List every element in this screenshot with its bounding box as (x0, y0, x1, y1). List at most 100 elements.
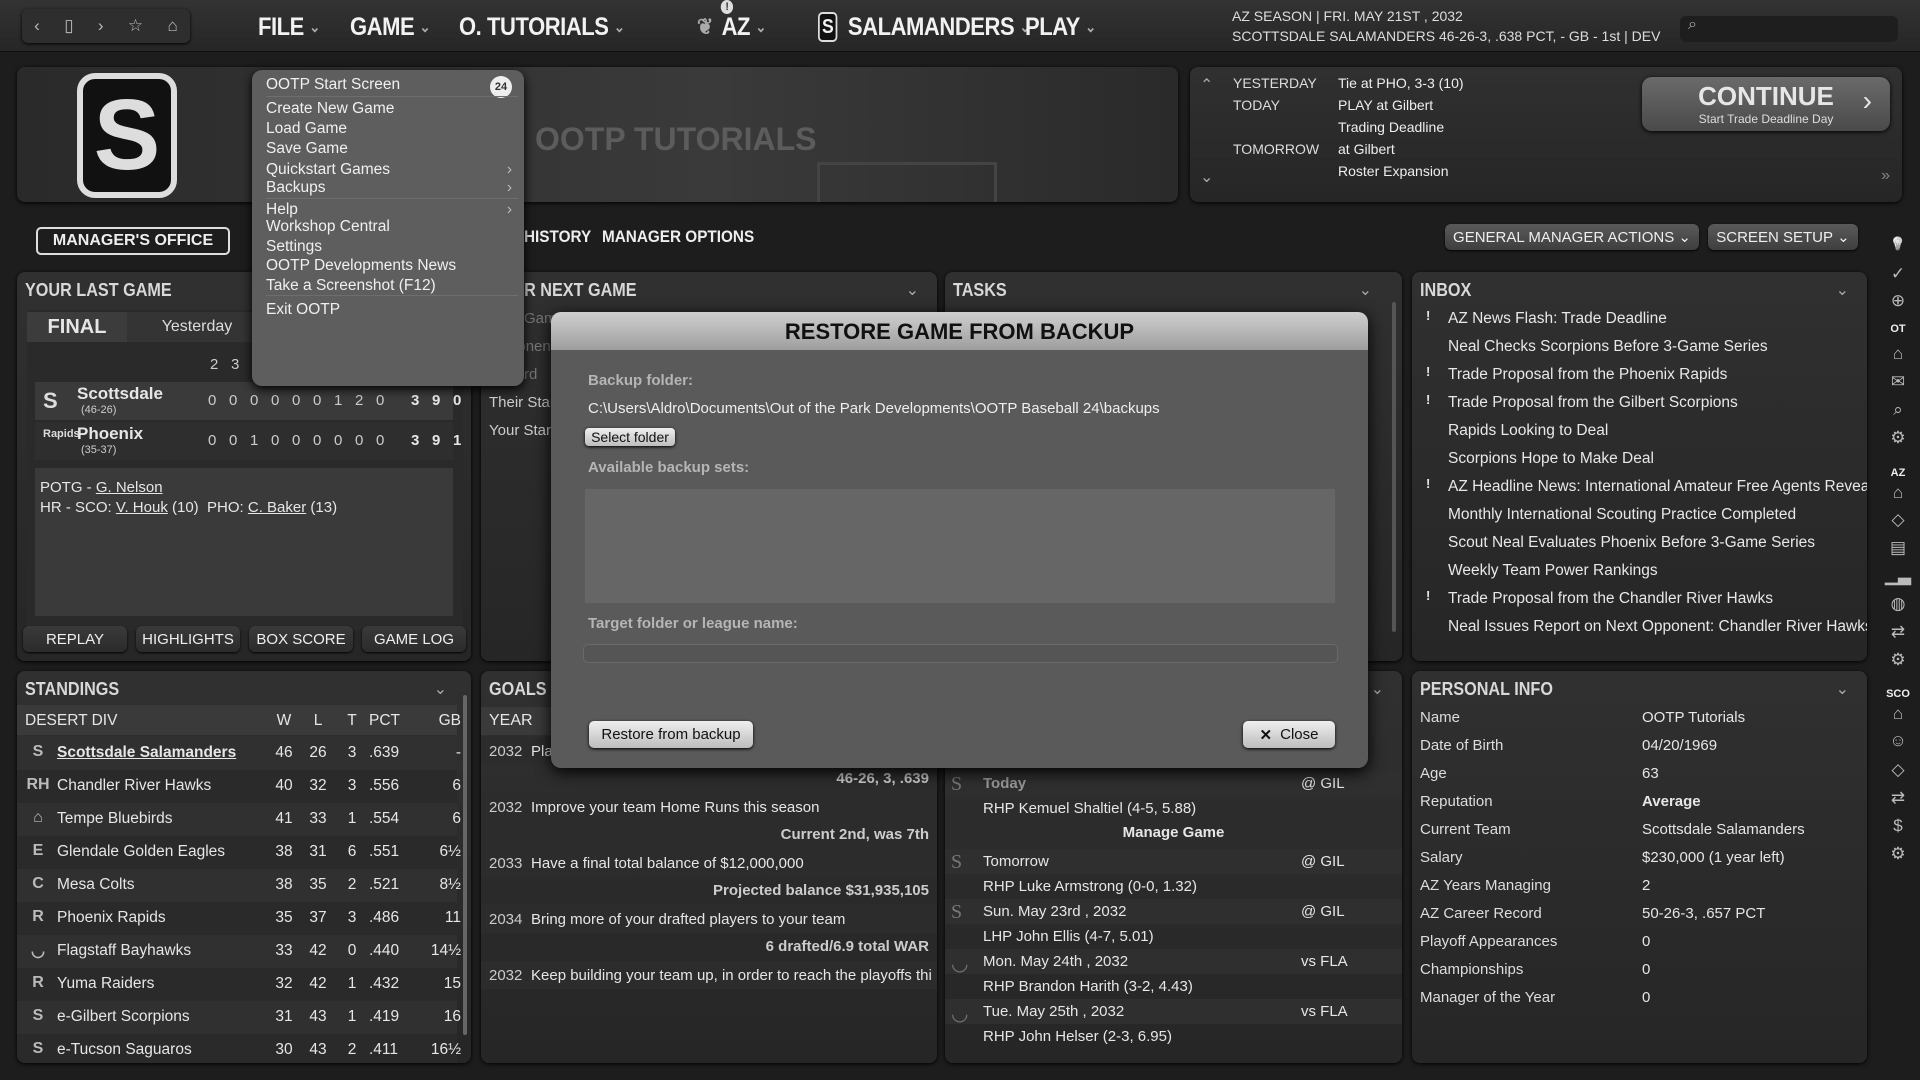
continue-button[interactable]: CONTINUE Start Trade Deadline Day › (1642, 77, 1890, 131)
probable-pitcher[interactable]: LHP John Ellis (4-7, 5.01) (983, 928, 1154, 945)
team-name[interactable]: Flagstaff Bayhawks (57, 942, 191, 960)
team-name[interactable]: Phoenix Rapids (57, 909, 166, 927)
search-input[interactable]: ⌕ (1680, 16, 1898, 42)
team-name[interactable]: Scottsdale Salamanders (57, 744, 236, 762)
scrollbar[interactable] (1392, 302, 1396, 632)
inbox-item[interactable]: AZ News Flash: Trade Deadline (1448, 310, 1667, 328)
check-icon[interactable]: ✓ (1878, 264, 1918, 284)
gear-icon[interactable]: ⚙ (1878, 844, 1918, 864)
chevron-down-icon[interactable]: ⌄ (1371, 679, 1384, 699)
menu-item-backups[interactable]: Backups › (266, 179, 512, 197)
backup-sets-list[interactable] (585, 489, 1335, 603)
inbox-item[interactable]: AZ Headline News: International Amateur … (1448, 478, 1867, 496)
menu-salamanders[interactable]: S SALAMANDERS ⌄ (818, 10, 1031, 44)
highlights-button[interactable]: HIGHLIGHTS (136, 626, 240, 652)
dollar-icon[interactable]: $ (1878, 816, 1918, 836)
team-name[interactable]: Scottsdale (77, 384, 163, 404)
menu-game[interactable]: GAME ⌄ (350, 10, 431, 44)
gm-actions-dropdown[interactable]: GENERAL MANAGER ACTIONS ⌄ (1445, 224, 1699, 250)
team-name[interactable]: Phoenix (77, 424, 143, 444)
schedule-event[interactable]: Roster Expansion (1338, 163, 1449, 179)
menu-az[interactable]: ❦ AZ! ⌄ (697, 0, 766, 44)
double-chevron-icon[interactable]: » (1881, 167, 1890, 185)
star-icon[interactable]: ☆ (128, 16, 143, 36)
chevron-left-icon[interactable]: ‹ (34, 16, 40, 36)
gear-icon[interactable]: ⚙ (1878, 428, 1918, 448)
inbox-item[interactable]: Rapids Looking to Deal (1448, 422, 1608, 440)
tab-history[interactable]: HISTORY (524, 227, 591, 247)
tab-manager-options[interactable]: MANAGER OPTIONS (602, 227, 754, 247)
gear-icon[interactable]: ⚙ (1878, 650, 1918, 670)
menu-play[interactable]: PLAY ⌄ (1025, 10, 1096, 44)
trade-icon[interactable]: ⇄ (1878, 622, 1918, 642)
menu-file[interactable]: FILE ⌄ (258, 10, 320, 44)
home-icon[interactable]: ⌂ (1878, 344, 1918, 364)
schedule-event[interactable]: Trading Deadline (1338, 119, 1444, 135)
close-button[interactable]: ✕ Close (1243, 721, 1335, 748)
team-name[interactable]: Tempe Bluebirds (57, 810, 172, 828)
menu-item-workshop-central[interactable]: Workshop Central (266, 218, 512, 236)
box-score-button[interactable]: BOX SCORE (249, 626, 353, 652)
chevron-down-icon[interactable]: ⌄ (1836, 280, 1849, 300)
potg-link[interactable]: G. Nelson (96, 479, 163, 496)
inbox-item[interactable]: Scorpions Hope to Make Deal (1448, 450, 1654, 468)
scroll-up-button[interactable]: ⌃ (1200, 75, 1213, 95)
probable-pitcher[interactable]: RHP Kemuel Shaltiel (4-5, 5.88) (983, 800, 1196, 817)
search-icon[interactable]: ⌕ (1878, 400, 1918, 420)
inbox-item[interactable]: Scout Neal Evaluates Phoenix Before 3-Ga… (1448, 534, 1815, 552)
menu-item-load-game[interactable]: Load Game (266, 120, 512, 138)
menu-item-help[interactable]: Help › (266, 201, 512, 219)
inbox-item[interactable]: Weekly Team Power Rankings (1448, 562, 1658, 580)
chevron-down-icon[interactable]: ⌄ (906, 280, 919, 300)
home-icon[interactable]: ⌂ (1878, 483, 1918, 503)
team-name[interactable]: e-Tucson Saguaros (57, 1041, 192, 1059)
chevron-right-icon[interactable]: › (98, 16, 104, 36)
team-name[interactable]: Yuma Raiders (57, 975, 154, 993)
schedule-event[interactable]: at Gilbert (1338, 141, 1395, 157)
replay-button[interactable]: REPLAY (23, 626, 127, 652)
home-icon[interactable]: ⌂ (1878, 704, 1918, 724)
inbox-item[interactable]: Monthly International Scouting Practice … (1448, 506, 1796, 524)
chart-icon[interactable]: ▁▃ (1878, 566, 1918, 586)
screen-setup-dropdown[interactable]: SCREEN SETUP ⌄ (1708, 224, 1858, 250)
menu-o-tutorials[interactable]: O. TUTORIALS ⌄ (459, 10, 625, 44)
person-icon[interactable]: ☺ (1878, 731, 1918, 751)
menu-item-exit-ootp[interactable]: Exit OOTP (266, 301, 512, 319)
menu-item-create-new-game[interactable]: Create New Game (266, 100, 512, 118)
schedule-event[interactable]: Tie at PHO, 3-3 (10) (1338, 75, 1464, 91)
inbox-item[interactable]: Trade Proposal from the Gilbert Scorpion… (1448, 394, 1738, 412)
menu-item-save-game[interactable]: Save Game (266, 140, 512, 158)
probable-pitcher[interactable]: RHP Brandon Harith (3-2, 4.43) (983, 978, 1193, 995)
scrollbar[interactable] (463, 695, 467, 1035)
baseball-icon[interactable]: ◍ (1878, 594, 1918, 614)
menu-item-quickstart-games[interactable]: Quickstart Games › (266, 161, 512, 179)
mail-icon[interactable]: ✉ (1878, 372, 1918, 392)
team-name[interactable]: Mesa Colts (57, 876, 135, 894)
target-folder-input[interactable] (583, 644, 1338, 663)
team-name[interactable]: Glendale Golden Eagles (57, 843, 225, 861)
menu-item-settings[interactable]: Settings (266, 238, 512, 256)
card-icon[interactable]: ▤ (1878, 538, 1918, 558)
manage-game-button[interactable]: Manage Game (945, 821, 1402, 841)
chevron-down-icon[interactable]: ⌄ (1836, 679, 1849, 699)
inbox-item[interactable]: Trade Proposal from the Chandler River H… (1448, 590, 1773, 608)
probable-pitcher[interactable]: RHP Luke Armstrong (0-0, 1.32) (983, 878, 1197, 895)
inbox-item[interactable]: Neal Issues Report on Next Opponent: Cha… (1448, 618, 1867, 636)
team-name[interactable]: e-Gilbert Scorpions (57, 1008, 190, 1026)
window-icon[interactable]: ▯ (64, 16, 73, 36)
menu-item-take-a-screenshot-f12-[interactable]: Take a Screenshot (F12) (266, 277, 512, 295)
schedule-event[interactable]: PLAY at Gilbert (1338, 97, 1433, 113)
scroll-down-button[interactable]: ⌄ (1200, 167, 1213, 187)
menu-item-ootp-start-screen[interactable]: OOTP Start Screen (266, 76, 512, 94)
diamond-icon[interactable]: ◇ (1878, 760, 1918, 780)
chevron-down-icon[interactable]: ⌄ (1359, 280, 1372, 300)
menu-item-ootp-developments-news[interactable]: OOTP Developments News (266, 257, 512, 275)
hr-sco-link[interactable]: V. Houk (116, 499, 168, 516)
trade-icon[interactable]: ⇄ (1878, 788, 1918, 808)
inbox-item[interactable]: Neal Checks Scorpions Before 3-Game Seri… (1448, 338, 1768, 356)
game-log-button[interactable]: GAME LOG (362, 626, 466, 652)
team-name[interactable]: Chandler River Hawks (57, 777, 211, 795)
home-icon[interactable]: ⌂ (168, 16, 178, 36)
tab-manager-s-office[interactable]: MANAGER'S OFFICE (36, 227, 230, 255)
inbox-item[interactable]: Trade Proposal from the Phoenix Rapids (1448, 366, 1727, 384)
